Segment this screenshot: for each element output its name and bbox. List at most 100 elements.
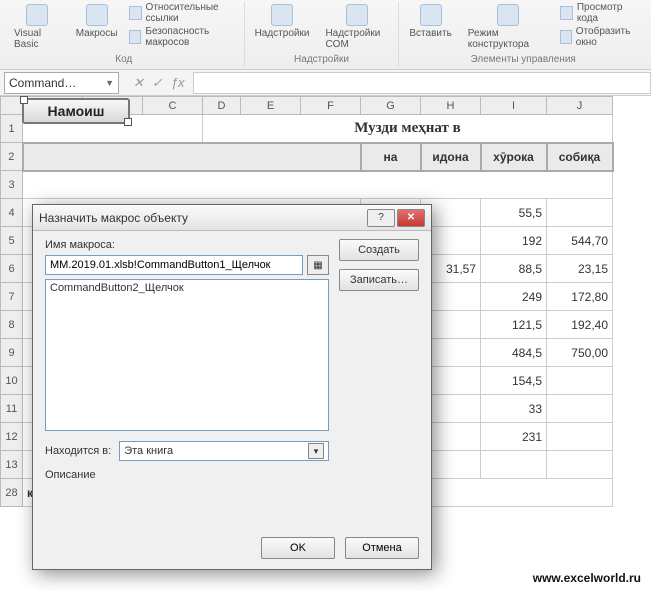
cell[interactable]: 88,5 bbox=[481, 255, 547, 283]
cell[interactable]: 544,70 bbox=[547, 227, 613, 255]
row-11[interactable]: 11 bbox=[1, 395, 23, 423]
group-addins-label: Надстройки bbox=[294, 54, 349, 65]
cell[interactable]: 23,15 bbox=[547, 255, 613, 283]
record-button[interactable]: Записать… bbox=[339, 269, 419, 291]
cancel-icon[interactable]: ✕ bbox=[133, 75, 144, 91]
visual-basic-button[interactable]: Visual Basic bbox=[10, 2, 64, 52]
close-button[interactable]: ✕ bbox=[397, 209, 425, 227]
location-value: Эта книга bbox=[124, 445, 173, 457]
relative-refs-button[interactable]: Относительные ссылки bbox=[129, 2, 237, 24]
insert-control-button[interactable]: Вставить bbox=[405, 2, 455, 41]
macros-label: Макросы bbox=[76, 28, 118, 39]
security-icon bbox=[129, 30, 141, 44]
formula-bar[interactable] bbox=[193, 72, 651, 94]
macros-button[interactable]: Макросы bbox=[72, 2, 122, 41]
cell[interactable] bbox=[23, 143, 361, 171]
name-box[interactable]: Command… ▼ bbox=[4, 72, 119, 94]
cell[interactable]: 33 bbox=[481, 395, 547, 423]
showdlg-icon bbox=[560, 30, 572, 44]
cell[interactable] bbox=[481, 451, 547, 479]
col-D[interactable]: D bbox=[203, 97, 241, 115]
row-13[interactable]: 13 bbox=[1, 451, 23, 479]
design-mode-button[interactable]: Режим конструктора bbox=[464, 2, 552, 52]
macro-security-button[interactable]: Безопасность макросов bbox=[129, 26, 237, 48]
cell[interactable]: 55,5 bbox=[481, 199, 547, 227]
col-C[interactable]: C bbox=[143, 97, 203, 115]
cell[interactable]: 121,5 bbox=[481, 311, 547, 339]
cell[interactable]: 750,00 bbox=[547, 339, 613, 367]
row-9[interactable]: 9 bbox=[1, 339, 23, 367]
fx-icon[interactable]: ƒx bbox=[171, 75, 185, 90]
ribbon-group-addins: Надстройки Надстройки COM Надстройки bbox=[245, 2, 400, 67]
cell[interactable] bbox=[547, 395, 613, 423]
cell[interactable] bbox=[547, 451, 613, 479]
hdr-na[interactable]: на bbox=[361, 143, 421, 171]
view-code-button[interactable]: Просмотр кода bbox=[560, 2, 641, 24]
create-button[interactable]: Создать bbox=[339, 239, 419, 261]
cell[interactable]: 484,5 bbox=[481, 339, 547, 367]
col-I[interactable]: I bbox=[481, 97, 547, 115]
row-6[interactable]: 6 bbox=[1, 255, 23, 283]
visual-basic-label: Visual Basic bbox=[14, 28, 60, 50]
com-addins-button[interactable]: Надстройки COM bbox=[321, 2, 392, 52]
cell[interactable] bbox=[547, 367, 613, 395]
chevron-down-icon[interactable]: ▼ bbox=[105, 78, 114, 88]
cell[interactable]: 192,40 bbox=[547, 311, 613, 339]
addins-icon bbox=[271, 4, 293, 26]
cancel-button[interactable]: Отмена bbox=[345, 537, 419, 559]
security-label: Безопасность макросов bbox=[145, 26, 237, 48]
group-controls-label: Элементы управления bbox=[471, 54, 576, 65]
hdr-idona[interactable]: идона bbox=[421, 143, 481, 171]
macros-icon bbox=[86, 4, 108, 26]
ok-button[interactable]: OK bbox=[261, 537, 335, 559]
macro-name-label: Имя макроса: bbox=[45, 239, 329, 251]
macro-list[interactable]: CommandButton2_Щелчок bbox=[45, 279, 329, 431]
group-code-label: Код bbox=[115, 54, 132, 65]
name-box-value: Command… bbox=[9, 76, 76, 90]
enter-icon[interactable]: ✓ bbox=[152, 75, 163, 91]
row-4[interactable]: 4 bbox=[1, 199, 23, 227]
worksheet-button-label: Намоиш bbox=[48, 103, 105, 119]
addins-button[interactable]: Надстройки bbox=[251, 2, 314, 41]
cell[interactable]: 192 bbox=[481, 227, 547, 255]
cell[interactable]: 154,5 bbox=[481, 367, 547, 395]
worksheet-button[interactable]: Намоиш bbox=[22, 98, 130, 124]
cell[interactable] bbox=[547, 423, 613, 451]
location-select[interactable]: Эта книга ▾ bbox=[119, 441, 329, 461]
macro-list-item[interactable]: CommandButton2_Щелчок bbox=[50, 282, 324, 294]
cell[interactable]: 231 bbox=[481, 423, 547, 451]
row-10[interactable]: 10 bbox=[1, 367, 23, 395]
row-7[interactable]: 7 bbox=[1, 283, 23, 311]
col-H[interactable]: H bbox=[421, 97, 481, 115]
location-label: Находится в: bbox=[45, 445, 111, 457]
addins-label: Надстройки bbox=[255, 28, 310, 39]
help-button[interactable]: ? bbox=[367, 209, 395, 227]
row-1[interactable]: 1 bbox=[1, 115, 23, 143]
cell[interactable]: 172,80 bbox=[547, 283, 613, 311]
row-5[interactable]: 5 bbox=[1, 227, 23, 255]
row-28[interactable]: 28 bbox=[1, 479, 23, 507]
design-icon bbox=[497, 4, 519, 26]
col-E[interactable]: E bbox=[241, 97, 301, 115]
show-dialog-button[interactable]: Отобразить окно bbox=[560, 26, 641, 48]
col-J[interactable]: J bbox=[547, 97, 613, 115]
dialog-titlebar[interactable]: Назначить макрос объекту ? ✕ bbox=[33, 205, 431, 231]
row-3[interactable]: 3 bbox=[1, 171, 23, 199]
col-F[interactable]: F bbox=[301, 97, 361, 115]
cell[interactable] bbox=[23, 171, 613, 199]
cell[interactable]: 249 bbox=[481, 283, 547, 311]
hdr-xroka[interactable]: хӯрока bbox=[481, 143, 547, 171]
cell[interactable] bbox=[547, 199, 613, 227]
col-G[interactable]: G bbox=[361, 97, 421, 115]
range-picker-button[interactable]: ▦ bbox=[307, 255, 329, 275]
ribbon: Visual Basic Макросы Относительные ссылк… bbox=[0, 0, 651, 70]
title-cell[interactable]: Музди меҳнат в bbox=[203, 115, 613, 143]
vb-icon bbox=[26, 4, 48, 26]
row-12[interactable]: 12 bbox=[1, 423, 23, 451]
hdr-sobiq[interactable]: собиқа bbox=[547, 143, 613, 171]
macro-name-input[interactable] bbox=[45, 255, 303, 275]
chevron-down-icon[interactable]: ▾ bbox=[308, 443, 324, 459]
ribbon-group-code: Visual Basic Макросы Относительные ссылк… bbox=[4, 2, 245, 67]
row-2[interactable]: 2 bbox=[1, 143, 23, 171]
row-8[interactable]: 8 bbox=[1, 311, 23, 339]
